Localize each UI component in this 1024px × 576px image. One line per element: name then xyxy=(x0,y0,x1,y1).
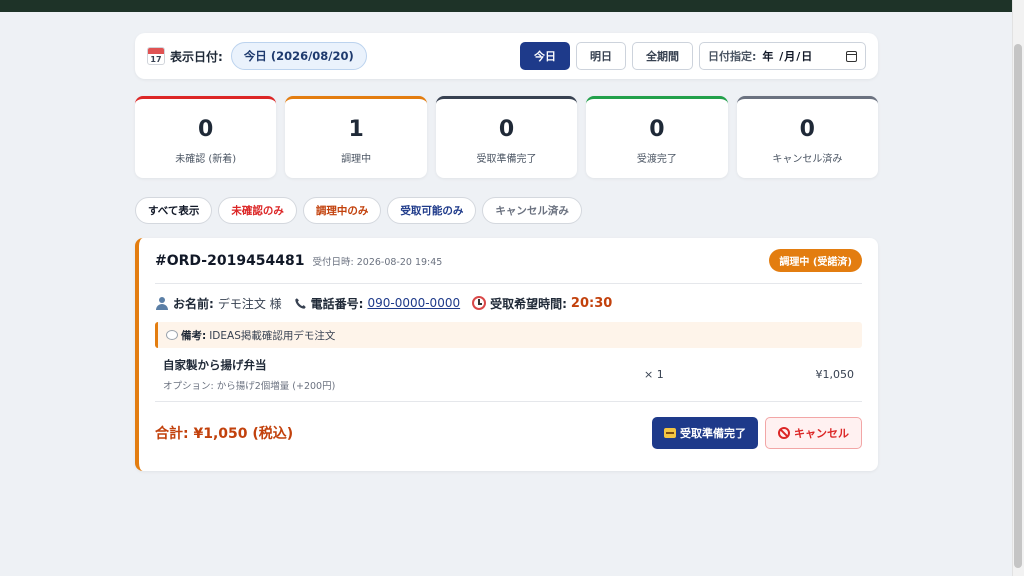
customer-info: お名前: デモ注文 様 電話番号: 090-0000-0000 受取希望時間: … xyxy=(155,284,862,322)
order-id: #ORD-2019454481 xyxy=(155,252,305,269)
phone-link[interactable]: 090-0000-0000 xyxy=(367,296,460,310)
phone-label: 電話番号: xyxy=(310,296,364,311)
stat-label: 受渡完了 xyxy=(636,154,677,165)
phone-icon xyxy=(294,297,306,309)
filter-chips: すべて表示 未確認のみ 調理中のみ 受取可能のみ キャンセル済み xyxy=(135,197,878,224)
order-total: 合計: ¥1,050 (税込) xyxy=(155,426,294,442)
cancel-button-label: キャンセル xyxy=(794,427,849,440)
order-note: 備考: IDEAS掲載確認用デモ注文 xyxy=(155,322,862,348)
today-button[interactable]: 今日 xyxy=(520,42,570,70)
stat-label: 調理中 xyxy=(341,154,372,165)
filter-all[interactable]: すべて表示 xyxy=(135,197,213,224)
cancel-button[interactable]: キャンセル xyxy=(765,417,862,449)
pickup-label: 受取希望時間: xyxy=(490,296,567,311)
stat-ready: 0 受取準備完了 xyxy=(435,96,578,178)
date-picker-value[interactable]: 年 /月/日 xyxy=(762,48,813,64)
stat-count: 0 xyxy=(498,117,515,142)
stat-count: 0 xyxy=(799,117,815,142)
name-value: デモ注文 様 xyxy=(217,296,282,311)
item-details: 自家製から揚げ弁当 オプション: から揚げ2個増量 (+200円) xyxy=(163,357,335,392)
date-bar: 17 表示日付: 今日 (2026/08/20) 今日 明日 全期間 日付指定:… xyxy=(135,33,878,79)
date-picker-label: 日付指定: xyxy=(708,50,757,63)
order-card: #ORD-2019454481 受付日時: 2026-08-20 19:45 調… xyxy=(135,238,878,471)
stat-cancelled: 0 キャンセル済み xyxy=(736,96,879,178)
person-icon xyxy=(155,296,169,310)
item-quantity: × 1 xyxy=(644,368,664,381)
note-label: 備考: xyxy=(181,329,207,342)
scrollbar[interactable] xyxy=(1012,0,1024,576)
all-period-button[interactable]: 全期間 xyxy=(632,42,693,70)
date-label-text: 表示日付: xyxy=(170,49,223,64)
order-received-time: 受付日時: 2026-08-20 19:45 xyxy=(312,256,443,268)
speech-bubble-icon xyxy=(166,330,178,340)
stat-label: キャンセル済み xyxy=(772,154,843,165)
stat-label: 受取準備完了 xyxy=(476,154,537,165)
stat-unconfirmed: 0 未確認 (新着) xyxy=(135,96,277,178)
stat-cooking: 1 調理中 xyxy=(285,96,427,178)
filter-cancelled[interactable]: キャンセル済み xyxy=(482,197,582,224)
calendar-icon: 17 xyxy=(147,47,165,65)
status-stats: 0 未確認 (新着) 1 調理中 0 受取準備完了 0 受渡完了 0 キャンセル… xyxy=(135,96,879,178)
current-date-pill: 今日 (2026/08/20) xyxy=(230,42,367,70)
status-badge: 調理中 (受諾済) xyxy=(769,249,862,272)
scrollbar-thumb[interactable] xyxy=(1014,44,1022,568)
filter-ready[interactable]: 受取可能のみ xyxy=(387,197,477,224)
order-footer: 合計: ¥1,050 (税込) 受取準備完了 キャンセル xyxy=(155,402,862,464)
tomorrow-button[interactable]: 明日 xyxy=(576,42,626,70)
item-option: オプション: から揚げ2個増量 (+200円) xyxy=(163,381,336,392)
main-content: 17 表示日付: 今日 (2026/08/20) 今日 明日 全期間 日付指定:… xyxy=(135,33,879,471)
customer-name: お名前: デモ注文 様 xyxy=(155,295,282,312)
filter-unconfirmed[interactable]: 未確認のみ xyxy=(218,197,297,224)
ready-button-label: 受取準備完了 xyxy=(680,427,746,440)
prohibited-icon xyxy=(778,427,790,439)
name-label: お名前: xyxy=(173,296,214,311)
pickup-time: 受取希望時間: 20:30 xyxy=(472,295,612,312)
customer-phone: 電話番号: 090-0000-0000 xyxy=(294,295,460,312)
date-label: 17 表示日付: xyxy=(147,47,223,65)
note-value: IDEAS掲載確認用デモ注文 xyxy=(209,329,336,342)
stat-delivered: 0 受渡完了 xyxy=(586,96,728,178)
item-name: 自家製から揚げ弁当 xyxy=(163,358,267,372)
stat-count: 1 xyxy=(348,117,364,142)
date-picker-input[interactable]: 日付指定: 年 /月/日 xyxy=(699,42,866,70)
date-actions: 今日 明日 全期間 日付指定: 年 /月/日 xyxy=(520,42,866,70)
filter-cooking[interactable]: 調理中のみ xyxy=(302,197,382,224)
top-header-bar xyxy=(0,0,1012,12)
ready-button[interactable]: 受取準備完了 xyxy=(652,417,758,449)
order-item-row: 自家製から揚げ弁当 オプション: から揚げ2個増量 (+200円) × 1 ¥1… xyxy=(155,348,862,402)
stat-count: 0 xyxy=(198,117,214,142)
order-header: #ORD-2019454481 受付日時: 2026-08-20 19:45 調… xyxy=(155,238,862,284)
pickup-value: 20:30 xyxy=(570,295,613,311)
item-price: ¥1,050 xyxy=(815,368,855,381)
calendar-picker-icon[interactable] xyxy=(846,50,857,62)
stat-label: 未確認 (新着) xyxy=(175,154,237,165)
stat-count: 0 xyxy=(649,117,665,142)
alarm-clock-icon xyxy=(472,296,487,310)
ready-icon xyxy=(664,428,676,438)
